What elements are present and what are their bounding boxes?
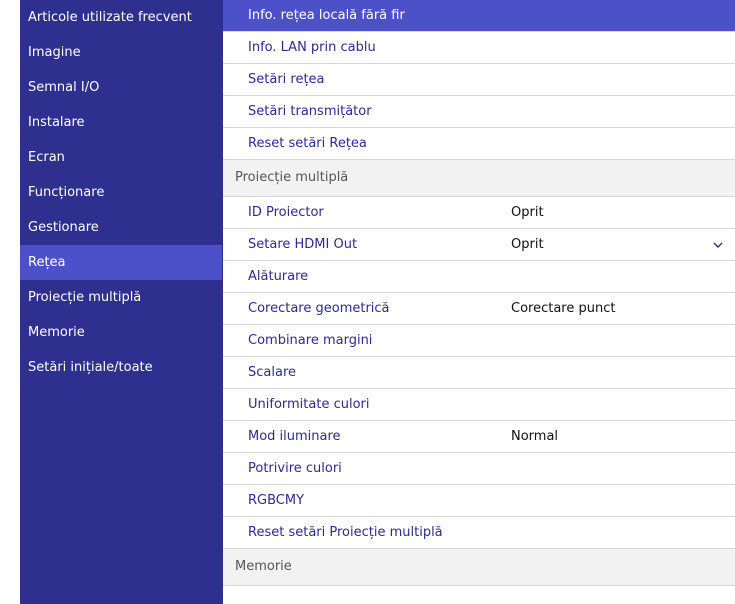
menu-item-label: Alăturare bbox=[248, 269, 309, 284]
menu-item-edge-blending[interactable]: Combinare margini bbox=[222, 325, 735, 357]
menu-item-color-uniformity[interactable]: Uniformitate culori bbox=[222, 389, 735, 421]
menu-item-label: Corectare geometrică bbox=[248, 301, 390, 316]
menu-item-label: Setări transmițător bbox=[248, 104, 372, 119]
menu-item-wireless-lan-info[interactable]: Info. rețea locală fără fir bbox=[222, 0, 735, 32]
menu-item-reset-network[interactable]: Reset setări Rețea bbox=[222, 128, 735, 160]
sidebar-item-management[interactable]: Gestionare bbox=[20, 210, 222, 245]
section-header-memory: Memorie bbox=[222, 549, 735, 586]
menu-item-value: Oprit bbox=[511, 237, 544, 252]
menu-item-value: Oprit bbox=[511, 205, 544, 220]
menu-item-projector-id[interactable]: ID Proiector Oprit bbox=[222, 197, 735, 229]
menu-item-scale[interactable]: Scalare bbox=[222, 357, 735, 389]
menu-item-label: RGBCMY bbox=[248, 493, 305, 508]
menu-item-light-mode[interactable]: Mod iluminare Normal bbox=[222, 421, 735, 453]
menu-item-label: Setări rețea bbox=[248, 72, 325, 87]
menu-item-label: Setare HDMI Out bbox=[248, 237, 358, 252]
menu-item-label: Info. LAN prin cablu bbox=[248, 40, 376, 55]
menu-item-geometry-correction[interactable]: Corectare geometrică Corectare punct bbox=[222, 293, 735, 325]
menu-item-label: Info. rețea locală fără fir bbox=[248, 8, 405, 23]
menu-item-value: Corectare punct bbox=[511, 301, 616, 316]
menu-item-label: Reset setări Rețea bbox=[248, 136, 367, 151]
menu-item-value: Normal bbox=[511, 429, 559, 444]
menu-item-network-settings[interactable]: Setări rețea bbox=[222, 64, 735, 96]
sidebar-item-network[interactable]: Rețea bbox=[20, 245, 222, 280]
projector-menu: Articole utilizate frecvent Imagine Semn… bbox=[20, 0, 735, 604]
sidebar-item-multi-projection[interactable]: Proiecție multiplă bbox=[20, 280, 222, 315]
menu-item-label: Uniformitate culori bbox=[248, 397, 370, 412]
sidebar-item-memory[interactable]: Memorie bbox=[20, 315, 222, 350]
section-header-multi-projection: Proiecție multiplă bbox=[222, 160, 735, 197]
menu-item-label: Mod iluminare bbox=[248, 429, 341, 444]
sidebar-item-installation[interactable]: Instalare bbox=[20, 105, 222, 140]
menu-item-transmitter-settings[interactable]: Setări transmițător bbox=[222, 96, 735, 128]
sidebar-item-initial-settings[interactable]: Setări inițiale/toate bbox=[20, 350, 222, 385]
chevron-down-icon[interactable] bbox=[713, 240, 723, 250]
menu-item-rgbcmy[interactable]: RGBCMY bbox=[222, 485, 735, 517]
menu-item-label: Potrivire culori bbox=[248, 461, 342, 476]
sidebar-item-display[interactable]: Ecran bbox=[20, 140, 222, 175]
menu-item-tiling[interactable]: Alăturare bbox=[222, 261, 735, 293]
menu-item-wired-lan-info[interactable]: Info. LAN prin cablu bbox=[222, 32, 735, 64]
menu-item-label: Scalare bbox=[248, 365, 297, 380]
sidebar-item-operation[interactable]: Funcționare bbox=[20, 175, 222, 210]
main-panel: Info. rețea locală fără fir Info. LAN pr… bbox=[222, 0, 735, 604]
menu-item-label: Reset setări Proiecție multiplă bbox=[248, 525, 443, 540]
menu-item-label: ID Proiector bbox=[248, 205, 324, 220]
sidebar-item-image[interactable]: Imagine bbox=[20, 35, 222, 70]
menu-item-label: Combinare margini bbox=[248, 333, 373, 348]
menu-item-hdmi-out[interactable]: Setare HDMI Out Oprit bbox=[222, 229, 735, 261]
menu-item-reset-multi-projection[interactable]: Reset setări Proiecție multiplă bbox=[222, 517, 735, 549]
sidebar: Articole utilizate frecvent Imagine Semn… bbox=[20, 0, 222, 604]
sidebar-item-signal-io[interactable]: Semnal I/O bbox=[20, 70, 222, 105]
sidebar-item-frequent[interactable]: Articole utilizate frecvent bbox=[20, 0, 222, 35]
divider bbox=[222, 0, 223, 604]
menu-item-color-matching[interactable]: Potrivire culori bbox=[222, 453, 735, 485]
